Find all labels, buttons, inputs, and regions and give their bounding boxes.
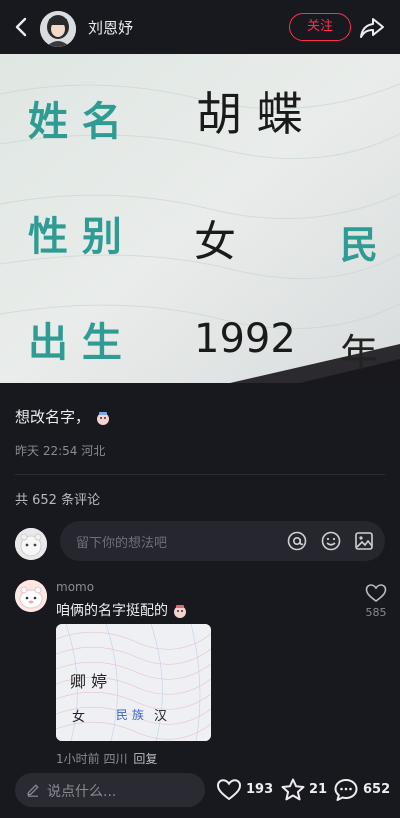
star-count: 21	[309, 782, 328, 797]
comment-bubble-icon[interactable]	[333, 777, 359, 803]
post-location: 河北	[81, 444, 106, 458]
comment-text: 咱俩的名字挺配的	[56, 600, 188, 620]
heart-icon[interactable]	[216, 777, 242, 803]
pencil-icon	[27, 784, 39, 797]
chevron-left-icon[interactable]	[8, 12, 36, 42]
comment-like-count: 585	[365, 606, 387, 619]
id-label-ethnicity: 民	[340, 223, 379, 267]
comment-input-placeholder: 留下你的想法吧	[76, 536, 168, 551]
commenter-name[interactable]: momo	[56, 580, 94, 594]
id-value-year-char: 年	[340, 331, 379, 375]
comment-like-icon[interactable]	[365, 583, 387, 603]
post-meta: 昨天 22:54 河北	[15, 442, 105, 459]
id-label-name: 姓 名	[28, 99, 122, 145]
comment-image-gender: 女	[72, 710, 86, 725]
comment-count: 共 652 条评论	[15, 493, 101, 508]
like-count: 193	[246, 782, 274, 797]
author-name[interactable]: 刘恩妤	[88, 17, 133, 38]
emoji-sticker-icon	[95, 410, 111, 426]
comment-image-name: 卿 婷	[70, 672, 108, 691]
comment-image[interactable]: 卿 婷 女 民 族 汉	[56, 624, 211, 741]
comment-image-ethnicity-label: 民 族	[116, 708, 144, 722]
id-value-birth-year: 1992	[194, 316, 296, 362]
comment-text-content: 咱俩的名字挺配的	[56, 603, 168, 619]
emoji-icon[interactable]	[320, 530, 342, 552]
commenter-avatar[interactable]	[15, 580, 47, 612]
bottom-bar: 说点什么... 193 21 652	[0, 764, 400, 818]
share-arrow-icon[interactable]	[358, 14, 386, 42]
star-icon[interactable]	[280, 777, 306, 803]
post-time: 昨天 22:54	[15, 444, 78, 458]
post-caption: 想改名字，	[15, 406, 111, 427]
comment-input[interactable]: 留下你的想法吧	[60, 521, 385, 561]
comment-total: 652	[363, 782, 391, 797]
id-value-gender: 女	[194, 217, 237, 266]
say-something-placeholder: 说点什么...	[47, 784, 117, 800]
id-value-name: 胡 蝶	[196, 87, 303, 141]
divider	[15, 474, 385, 475]
id-label-birth: 出 生	[28, 320, 122, 366]
say-something-input[interactable]: 说点什么...	[15, 773, 205, 807]
top-bar: 刘恩妤 关注	[0, 0, 400, 54]
post-photo[interactable]: 姓 名 胡 蝶 性 别 女 民 出 生 1992 年	[0, 54, 400, 383]
at-icon[interactable]	[286, 530, 308, 552]
id-label-gender: 性 别	[28, 214, 122, 260]
my-avatar	[15, 528, 47, 560]
follow-button[interactable]: 关注	[289, 13, 351, 41]
caption-text: 想改名字，	[15, 408, 91, 426]
emoji-sticker-icon	[172, 603, 188, 619]
image-icon[interactable]	[353, 530, 375, 552]
author-avatar[interactable]	[40, 11, 76, 47]
comment-image-ethnicity-value: 汉	[154, 709, 168, 724]
